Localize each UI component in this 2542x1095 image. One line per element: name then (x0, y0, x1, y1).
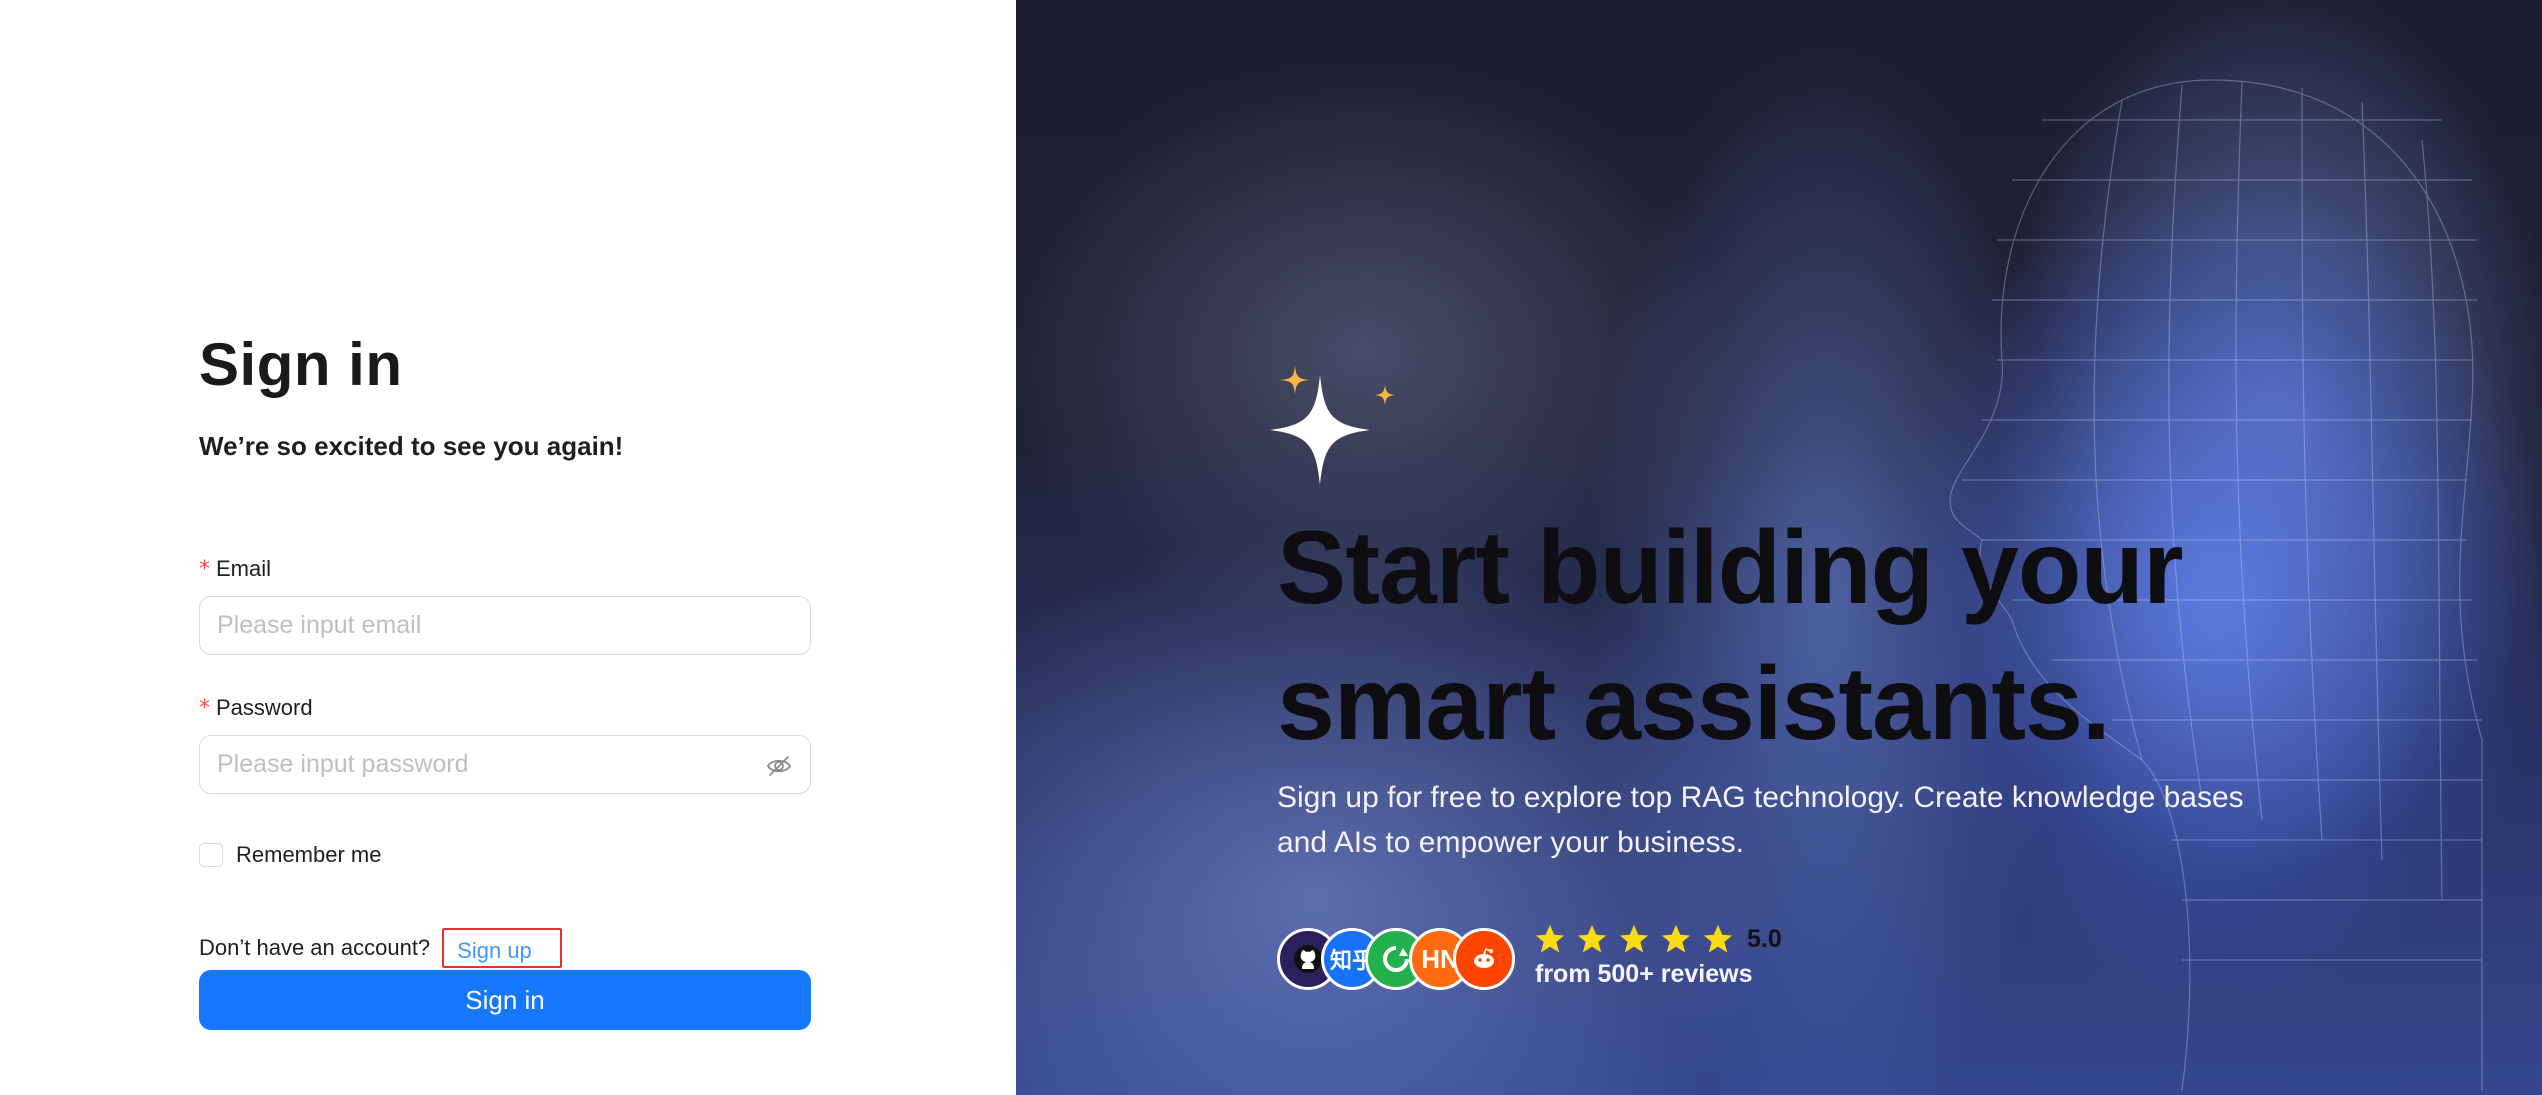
remember-me: Remember me (199, 842, 811, 868)
password-field-wrapper (199, 735, 811, 794)
signup-prompt: Don’t have an account? Sign up (199, 928, 811, 968)
signin-page: Sign in We’re so excited to see you agai… (0, 0, 2542, 1095)
remember-me-checkbox[interactable] (199, 843, 223, 867)
required-mark: * (199, 695, 210, 721)
avatar-group: 知乎 HN (1277, 928, 1517, 992)
star-icon (1661, 924, 1691, 953)
signin-form: Sign in We’re so excited to see you agai… (199, 330, 811, 1030)
password-label-text: Password (216, 695, 313, 720)
required-mark: * (199, 556, 210, 582)
page-subtitle: We’re so excited to see you again! (199, 431, 624, 461)
reddit-icon (1474, 948, 1494, 968)
star-icon (1577, 924, 1607, 953)
eye-invisible-icon[interactable] (765, 752, 793, 780)
sparkle-icon (1270, 365, 1395, 485)
star-icon (1619, 924, 1649, 953)
no-account-text: Don’t have an account? (199, 935, 431, 960)
email-label: * Email (199, 556, 811, 582)
signin-button[interactable]: Sign in (199, 970, 811, 1030)
recycle-icon (1383, 946, 1409, 972)
page-title: Sign in (199, 331, 403, 398)
reviews-count: from 500+ reviews (1535, 960, 1753, 988)
promo-headline: Start building your smart assistants. (1277, 510, 2183, 762)
star-icon (1535, 924, 1565, 953)
rating-stars: 5.0 (1533, 922, 1782, 956)
password-field[interactable] (217, 750, 793, 779)
rating-value: 5.0 (1747, 924, 1782, 953)
email-label-text: Email (216, 556, 272, 581)
github-icon (1294, 945, 1322, 973)
password-label: * Password (199, 695, 811, 721)
star-icon (1703, 924, 1733, 953)
signin-panel: Sign in We’re so excited to see you agai… (0, 0, 1016, 1095)
email-field[interactable] (217, 611, 793, 640)
remember-me-label: Remember me (236, 842, 382, 867)
email-field-wrapper (199, 596, 811, 655)
promo-description: Sign up for free to explore top RAG tech… (1277, 781, 2244, 859)
signup-link[interactable]: Sign up (442, 928, 562, 968)
reddit-avatar (1453, 928, 1515, 990)
